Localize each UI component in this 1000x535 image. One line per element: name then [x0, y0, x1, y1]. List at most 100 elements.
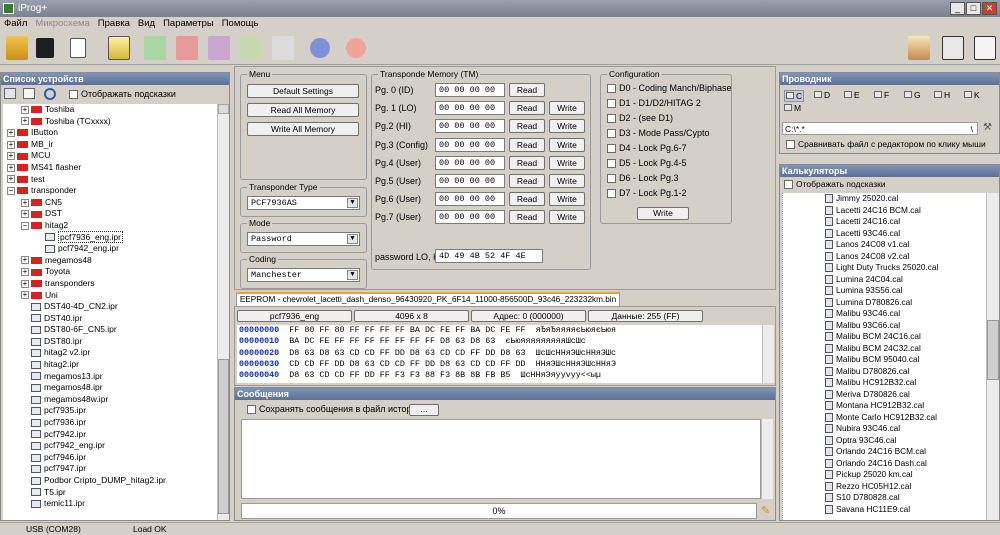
mode-select[interactable]: Password ▼	[247, 232, 360, 246]
path-field[interactable]: C:\*.* \	[782, 122, 978, 135]
show-hints-checkbox[interactable]	[69, 90, 78, 100]
page-write-button[interactable]: Write	[549, 101, 585, 116]
config-write-button[interactable]: Write	[637, 207, 689, 220]
tree-file[interactable]: megamos13.ipr	[3, 371, 217, 383]
page-value-field[interactable]: 00 00 00 00	[435, 192, 505, 207]
calculator-item[interactable]: Pickup 25020 km.cal	[825, 469, 986, 481]
calc-hints-checkbox[interactable]	[784, 180, 793, 190]
expand-toggle-icon[interactable]: +	[21, 198, 29, 207]
expand-toggle-icon[interactable]: +	[21, 210, 29, 219]
calculator-item[interactable]: Rezzo HC05H12.cal	[825, 481, 986, 493]
menu-view[interactable]: Вид	[134, 17, 159, 31]
expand-toggle-icon[interactable]: +	[21, 279, 29, 288]
tree-folder[interactable]: + Uni	[3, 290, 217, 302]
calculator-item[interactable]: Lanos 24C08 v2.cal	[825, 251, 986, 263]
menu-help[interactable]: Помощь	[218, 17, 263, 31]
calculator-item[interactable]: Lumina D780826.cal	[825, 297, 986, 309]
calculator-item[interactable]: Lumina 24C04.cal	[825, 274, 986, 286]
notepad-icon[interactable]	[908, 36, 930, 60]
drive-item[interactable]: C	[784, 90, 805, 102]
tree-folder[interactable]: + MS41 flasher	[3, 162, 217, 174]
tree-file[interactable]: DST40.ipr	[3, 313, 217, 325]
tree-folder[interactable]: + MB_ir	[3, 139, 217, 151]
verify-chip-icon[interactable]	[208, 36, 230, 60]
calculator-item[interactable]: Malibu D780826.cal	[825, 366, 986, 378]
calculator-item[interactable]: Lumina 93S56.cal	[825, 285, 986, 297]
tree-file[interactable]: pcf7947.ipr	[3, 463, 217, 475]
clipboard-icon[interactable]	[108, 36, 130, 60]
tree-folder[interactable]: + Toshiba	[3, 104, 217, 116]
tree-folder[interactable]: + megamos48	[3, 255, 217, 267]
tree-folder[interactable]: + transponders	[3, 278, 217, 290]
chevron-down-icon[interactable]: ▼	[347, 198, 358, 208]
tree-file[interactable]: DST80.ipr	[3, 336, 217, 348]
config-checkbox[interactable]	[607, 99, 616, 109]
calculator-item[interactable]: Orlando 24C16 BCM.cal	[825, 446, 986, 458]
expand-toggle-icon[interactable]: +	[7, 128, 15, 137]
calculator-item[interactable]: Orlando 24C16 Dash.cal	[825, 458, 986, 470]
hex-row[interactable]: 00000030 CD CD FF DD D8 63 CD CD FF DD D…	[239, 359, 762, 370]
tree-folder[interactable]: + CN5	[3, 197, 217, 209]
menu-file[interactable]: Файл	[0, 17, 31, 31]
page-write-button[interactable]: Write	[549, 174, 585, 188]
expand-toggle-icon[interactable]: −	[21, 221, 29, 230]
tree-folder[interactable]: + test	[3, 174, 217, 186]
calculator-item[interactable]: Jimmy 25020.cal	[825, 193, 986, 205]
expand-toggle-icon[interactable]: +	[7, 175, 15, 184]
tree-file[interactable]: temic11.ipr	[3, 498, 217, 510]
tree-file[interactable]: hitag2.ipr	[3, 359, 217, 371]
expand-toggle-icon[interactable]: +	[7, 140, 15, 149]
page-read-button[interactable]: Read	[509, 174, 545, 188]
hex-editor-scrollbar[interactable]	[762, 325, 774, 383]
calculator-item[interactable]: Lacetti 24C16.cal	[825, 216, 986, 228]
page-write-button[interactable]: Write	[549, 210, 585, 225]
tree-file[interactable]: pcf7942_eng.ipr	[3, 243, 217, 255]
calculator-item[interactable]: Malibu BCM 24C32.cal	[825, 343, 986, 355]
tree-file[interactable]: pcf7942_eng.ipr	[3, 440, 217, 452]
config-checkbox[interactable]	[607, 174, 616, 184]
config-checkbox[interactable]	[607, 129, 616, 139]
calculator-item[interactable]: Malibu BCM 95040.cal	[825, 354, 986, 366]
hex-row[interactable]: 00000020 D8 63 D8 63 CD CD FF DD D8 63 C…	[239, 348, 762, 359]
calculator-icon[interactable]	[942, 36, 964, 60]
tools-icon[interactable]: ⚒	[983, 122, 992, 133]
hex-row[interactable]: 00000010 BA DC FE FF FF FF FF FF FF FF D…	[239, 336, 762, 347]
device-tree-scrollbar[interactable]	[217, 104, 229, 520]
calculator-item[interactable]: Lanos 24C08 v1.cal	[825, 239, 986, 251]
tree-view-icon[interactable]	[4, 88, 16, 99]
calculator-item[interactable]: Lacetti 24C16 BCM.cal	[825, 205, 986, 217]
scroll-up-arrow[interactable]	[218, 104, 229, 114]
eeprom-tab[interactable]: EEPROM - chevrolet_lacetti_dash_denso_96…	[236, 292, 620, 306]
drive-item[interactable]: D	[814, 90, 830, 100]
minimize-button[interactable]: _	[950, 2, 965, 15]
config-checkbox[interactable]	[607, 189, 616, 199]
hex-row[interactable]: 00000040 D8 63 CD CD FF DD FF F3 F3 88 F…	[239, 370, 762, 381]
drive-item[interactable]: K	[964, 90, 980, 100]
coding-select[interactable]: Manchester ▼	[247, 268, 360, 282]
tree-file[interactable]: DST80-6F_CN5.ipr	[3, 324, 217, 336]
ini-file-icon[interactable]	[974, 36, 996, 60]
calculator-item[interactable]: Malibu 93C66.cal	[825, 320, 986, 332]
read-chip-icon[interactable]	[144, 36, 166, 60]
close-button[interactable]: ✕	[982, 2, 997, 15]
password-field[interactable]: 4D 49 4B 52 4F 4E	[435, 249, 543, 263]
calculator-item[interactable]: Light Duty Trucks 25020.cal	[825, 262, 986, 274]
page-value-field[interactable]: 00 00 00 00	[435, 101, 505, 116]
write-chip-icon[interactable]	[176, 36, 198, 60]
tree-file[interactable]: pcf7935.ipr	[3, 405, 217, 417]
compare-checkbox[interactable]	[786, 140, 795, 150]
menu-edit[interactable]: Правка	[94, 17, 134, 31]
calculator-scroll-thumb[interactable]	[987, 320, 999, 380]
page-write-button[interactable]: Write	[549, 192, 585, 207]
drive-item[interactable]: H	[934, 90, 950, 100]
tree-file[interactable]: megamos48.ipr	[3, 382, 217, 394]
config-checkbox[interactable]	[607, 159, 616, 169]
calculator-item[interactable]: Optra 93C46.cal	[825, 435, 986, 447]
page-value-field[interactable]: 00 00 00 00	[435, 174, 505, 188]
open-folder-icon[interactable]	[6, 36, 28, 60]
page-value-field[interactable]: 00 00 00 00	[435, 119, 505, 134]
calculator-item[interactable]: Meriva D780826.cal	[825, 389, 986, 401]
calculator-item[interactable]: Lacetti 93C46.cal	[825, 228, 986, 240]
expand-toggle-icon[interactable]: +	[21, 117, 29, 126]
page-read-button[interactable]: Read	[509, 119, 545, 134]
